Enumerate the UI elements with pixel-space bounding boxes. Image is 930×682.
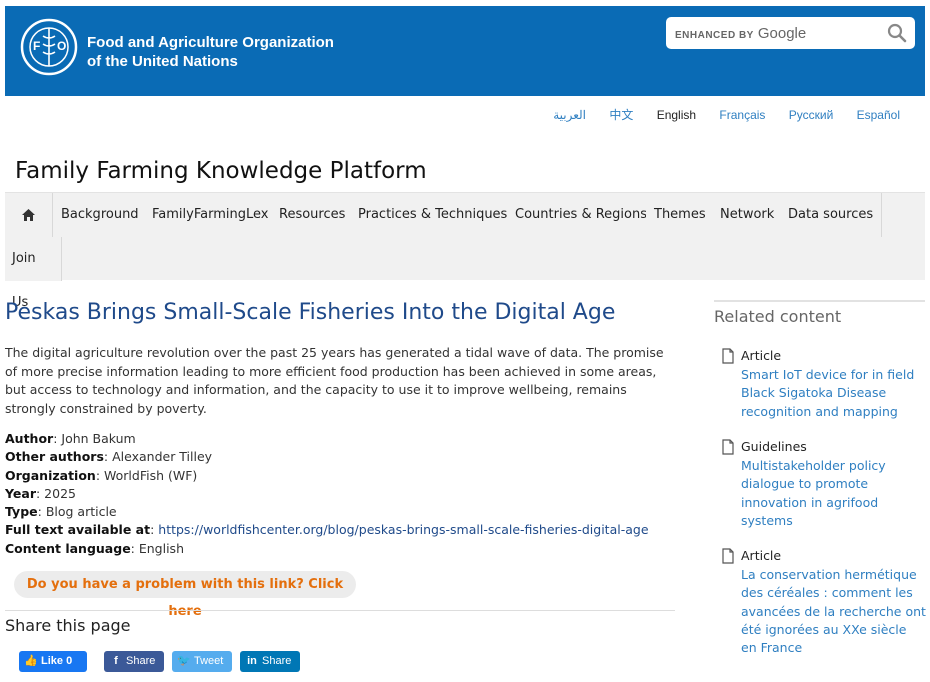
meta-organization-label: Organization [5,467,96,483]
meta-type: Type: Blog article [5,504,117,520]
nav-countries-regions[interactable]: Countries & Regions [507,193,657,237]
fao-logo[interactable]: F O [20,18,78,76]
meta-author-value: John Bakum [61,431,136,446]
org-name-line2: of the United Nations [87,53,238,70]
meta-author-label: Author [5,431,54,446]
home-icon [22,208,35,221]
svg-text:O: O [57,39,66,53]
meta-other-authors-label: Other authors [5,449,104,465]
related-divider [714,300,925,302]
report-link-problem-button[interactable]: Do you have a problem with this link? Cl… [14,571,356,619]
search-placeholder: ENHANCED BY Google [675,25,806,42]
facebook-share-button[interactable]: f Share [104,651,164,672]
related-item-type: Guidelines [741,439,807,454]
nav-practices-techniques[interactable]: Practices & Techniques [350,193,517,237]
meta-type-value: Blog article [45,504,117,520]
document-icon [722,548,734,564]
meta-year-label: Year [5,485,36,501]
article-summary: The digital agriculture revolution over … [5,345,664,416]
related-item-link[interactable]: Smart IoT device for in field Black Siga… [741,366,926,421]
nav-resources[interactable]: Resources [271,193,355,237]
meta-organization-value: WorldFish (WF) [104,467,198,483]
meta-year-value: 2025 [44,485,76,501]
full-text-link[interactable]: https://worldfishcenter.org/blog/peskas-… [158,522,648,537]
org-name-line1: Food and Agriculture Organization [87,34,334,51]
thumbs-up-icon: 👍 [24,655,38,667]
lang-chinese[interactable]: 中文 [609,108,633,122]
divider [5,610,675,611]
meta-organization: Organization: WorldFish (WF) [5,467,198,483]
nav-familyfarminglex[interactable]: FamilyFarmingLex [144,193,278,237]
facebook-share-label: Share [126,655,156,667]
nav-background[interactable]: Background [53,193,148,237]
lang-arabic[interactable]: العربية [553,108,586,122]
svg-text:F: F [33,39,40,53]
meta-other-authors-value: Alexander Tilley [112,449,213,465]
facebook-like-button[interactable]: 👍 Like 0 [19,651,87,672]
meta-content-language: Content language: English [5,540,184,556]
nav-data-sources[interactable]: Data sources [780,193,883,237]
meta-other-authors: Other authors: Alexander Tilley [5,449,213,465]
lang-spanish[interactable]: Español [857,108,900,122]
meta-type-label: Type [5,504,38,520]
facebook-icon: f [114,655,118,667]
site-header: F O Food and Agriculture Organization of… [5,6,925,96]
meta-full-text: Full text available at: https://worldfis… [5,522,649,538]
twitter-share-button[interactable]: 🐦 Tweet [172,651,232,672]
linkedin-share-label: Share [262,655,292,667]
search-enhanced-label: ENHANCED BY [675,30,754,41]
document-icon [722,439,734,455]
linkedin-icon: in [247,655,257,667]
twitter-icon: 🐦 [177,655,191,667]
meta-content-language-value: English [138,540,184,556]
meta-author: Author: John Bakum [5,431,136,446]
related-item-link[interactable]: La conservation hermétique des céréales … [741,566,926,657]
document-icon [722,348,734,364]
search-icon[interactable] [887,23,907,43]
meta-content-language-label: Content language [5,540,131,556]
meta-full-text-label: Full text available at [5,522,151,538]
search-input[interactable]: ENHANCED BY Google [666,17,915,49]
linkedin-share-button[interactable]: in Share [240,651,300,672]
lang-french[interactable]: Français [719,108,765,122]
related-item-type: Article [741,548,782,563]
language-switcher: العربية 中文 English Français Русский Espa… [533,106,900,123]
related-item-type: Article [741,348,782,363]
nav-join-us[interactable]: Join Us [5,237,62,310]
article-title: Peskas Brings Small-Scale Fisheries Into… [5,300,616,325]
facebook-like-label: Like 0 [41,655,73,667]
nav-network[interactable]: Network [712,193,784,237]
search-provider: Google [757,25,807,42]
main-nav: Background FamilyFarmingLex Resources Pr… [5,192,925,310]
lang-russian[interactable]: Русский [789,108,834,122]
related-item-link[interactable]: Multistakeholder policy dialogue to prom… [741,457,926,530]
nav-themes[interactable]: Themes [646,193,715,237]
share-title: Share this page [5,616,131,635]
related-content-title: Related content [714,307,842,326]
nav-home[interactable] [5,193,53,237]
lang-english[interactable]: English [657,108,696,122]
site-title[interactable]: Family Farming Knowledge Platform [15,158,427,184]
meta-year: Year: 2025 [5,485,76,501]
article-metadata: Author: John Bakum Other authors: Alexan… [5,430,649,558]
org-name[interactable]: Food and Agriculture Organization of the… [87,33,334,71]
tweet-label: Tweet [194,655,224,667]
